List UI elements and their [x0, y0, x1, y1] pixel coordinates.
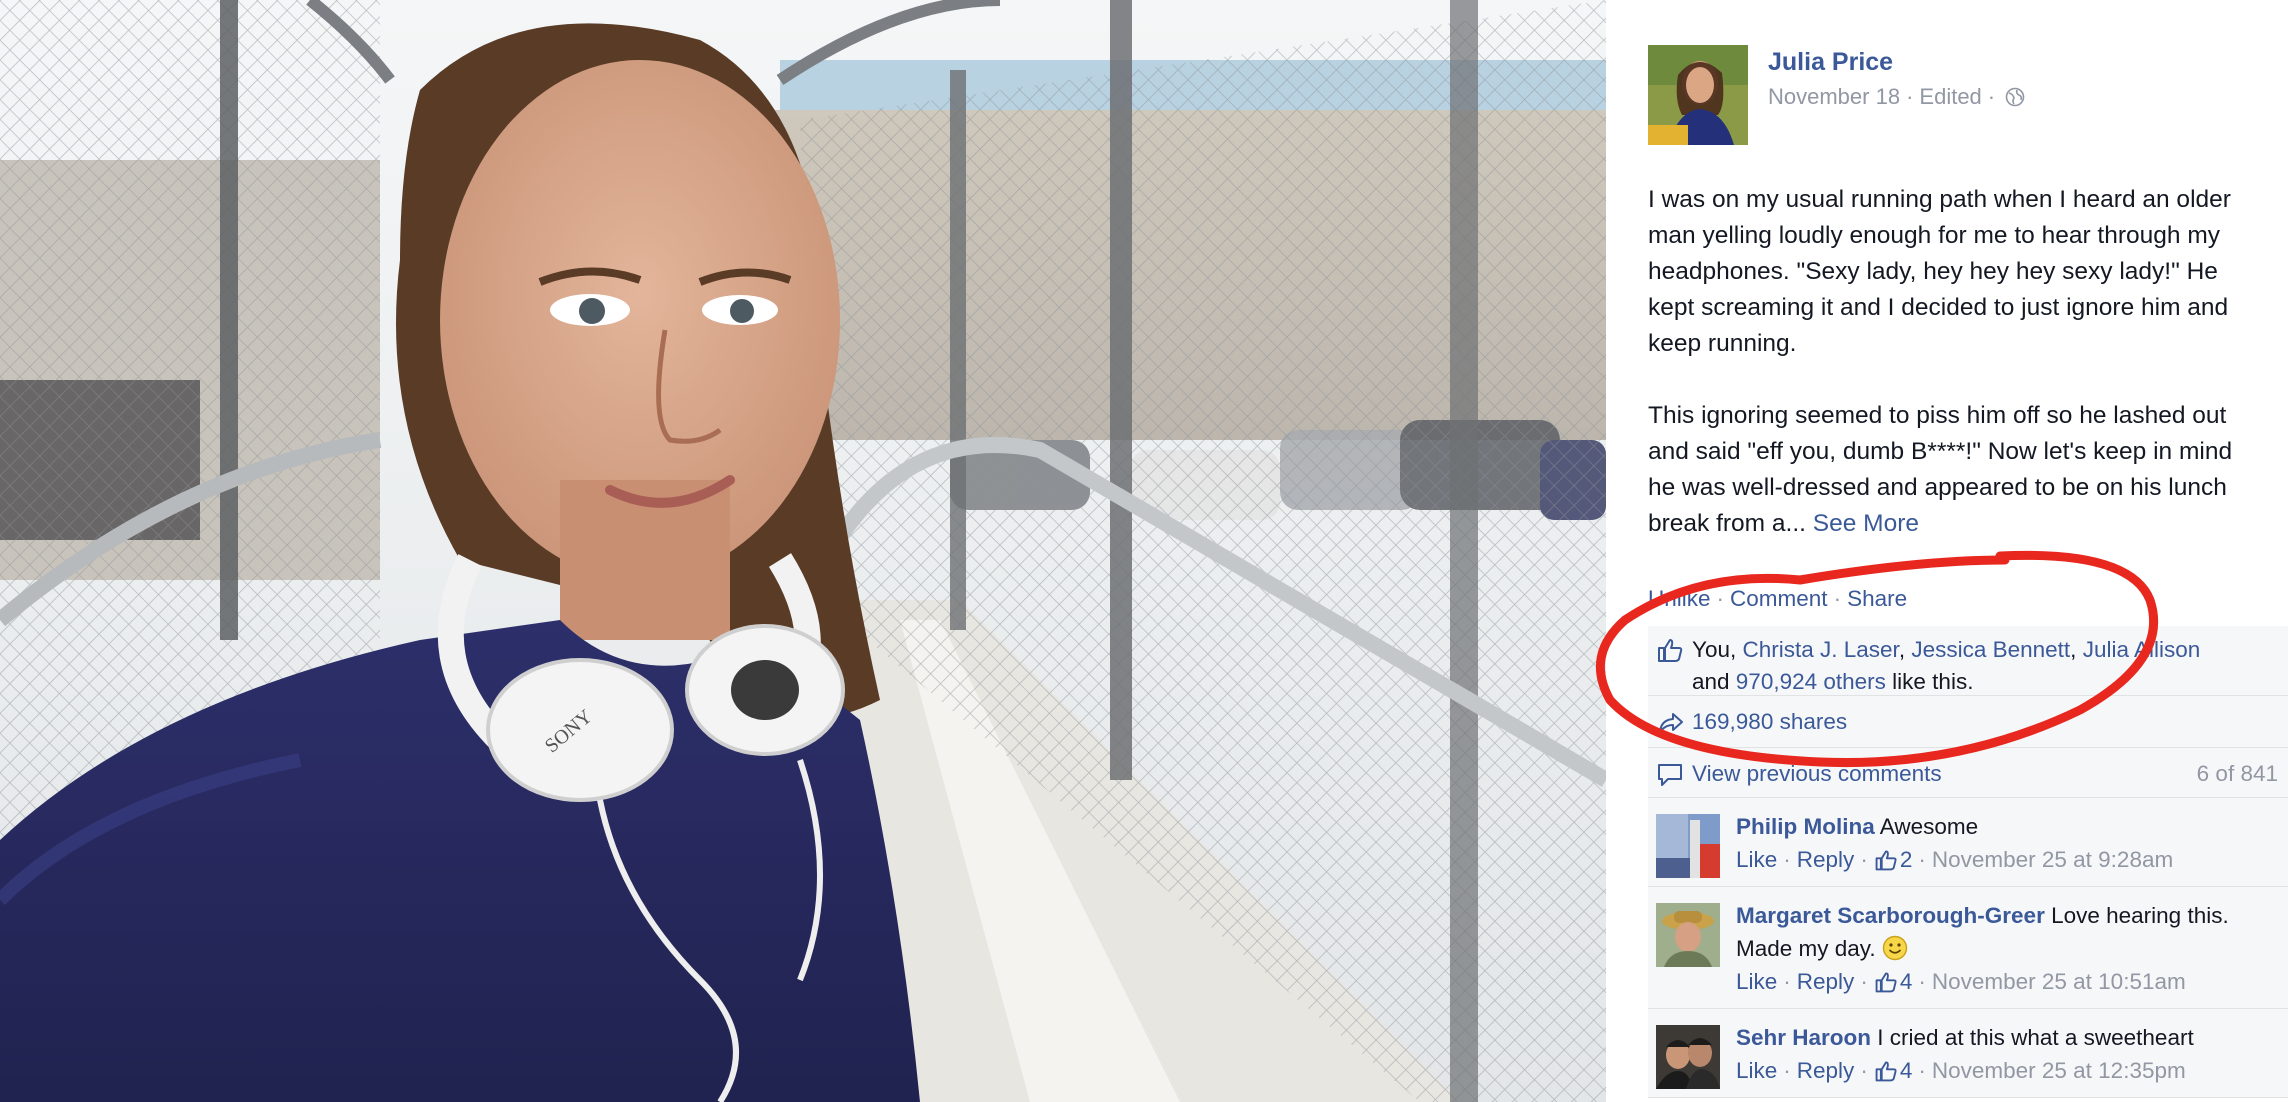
action-separator: ·: [1833, 586, 1842, 611]
shares-row[interactable]: 169,980 shares: [1648, 696, 2288, 748]
comment-count: 6 of 841: [2196, 761, 2278, 786]
comment-like-button[interactable]: Like: [1736, 843, 1777, 876]
commenter-avatar-image: [1656, 903, 1720, 967]
commenter-name[interactable]: Philip Molina: [1736, 814, 1875, 839]
likes-you: You,: [1692, 637, 1743, 662]
comment-like-count[interactable]: 2: [1874, 843, 1913, 876]
smiley-emoticon-icon: [1882, 935, 1908, 961]
comment-reply-button[interactable]: Reply: [1797, 1054, 1855, 1087]
comment-like-button[interactable]: Like: [1736, 965, 1777, 998]
comment-reply-button[interactable]: Reply: [1797, 843, 1855, 876]
thumbs-up-icon: [1875, 971, 1897, 992]
likes-suffix: like this.: [1885, 669, 1974, 694]
comment-item: Sehr Haroon I cried at this what a sweet…: [1648, 1009, 2288, 1098]
view-previous-label[interactable]: View previous comments: [1692, 761, 1942, 786]
comment-reply-button[interactable]: Reply: [1797, 965, 1855, 998]
author-name-link[interactable]: Julia Price: [1768, 48, 1893, 77]
post-paragraph-1: I was on my usual running path when I he…: [1648, 186, 2231, 357]
action-separator: ·: [1783, 1058, 1791, 1083]
action-separator: ·: [1860, 969, 1868, 994]
action-separator: ·: [1860, 1058, 1868, 1083]
others-link[interactable]: 970,924 others: [1736, 669, 1886, 694]
meta-separator: ·: [1906, 84, 1914, 109]
post-text: I was on my usual running path when I he…: [1648, 182, 2258, 542]
feedback-section: You, Christa J. Laser, Jessica Bennett, …: [1648, 626, 2288, 1098]
comment-actions: Like · Reply · 4 · November 25 at 10:51am: [1736, 965, 2278, 998]
post-paragraph-2: This ignoring seemed to piss him off so …: [1648, 398, 2258, 542]
action-separator: ·: [1783, 847, 1791, 872]
meta-separator: ·: [1987, 84, 1996, 109]
comment-actions: Like · Reply · 4 · November 25 at 12:35pm: [1736, 1054, 2278, 1087]
share-arrow-icon: [1659, 713, 1683, 733]
post-date[interactable]: November 18: [1768, 84, 1900, 110]
comment-timestamp[interactable]: November 25 at 9:28am: [1932, 843, 2173, 876]
post-paragraph-2-text: This ignoring seemed to piss him off so …: [1648, 402, 2233, 537]
like-count-value: 4: [1899, 1058, 1913, 1083]
action-separator: ·: [1860, 847, 1868, 872]
shares-count[interactable]: 169,980 shares: [1692, 709, 1847, 734]
comment-item: Margaret Scarborough-Greer Love hearing …: [1648, 887, 2288, 1009]
comment-like-count[interactable]: 4: [1874, 965, 1913, 998]
commenter-avatar[interactable]: [1656, 903, 1720, 967]
unlike-button[interactable]: Unlike: [1648, 586, 1711, 611]
commenter-name[interactable]: Margaret Scarborough-Greer: [1736, 903, 2045, 928]
comment-like-button[interactable]: Like: [1736, 1054, 1777, 1087]
like-count-value: 2: [1899, 847, 1913, 872]
author-avatar-image: [1648, 45, 1748, 145]
commenter-name[interactable]: Sehr Haroon: [1736, 1025, 1871, 1050]
comment-text: Awesome: [1879, 814, 1979, 839]
thumbs-up-icon: [1875, 1060, 1897, 1081]
action-separator: ·: [1918, 847, 1926, 872]
comment-bubble-icon: [1658, 764, 1682, 786]
likes-comma: ,: [1898, 637, 1912, 662]
action-separator: ·: [1716, 586, 1725, 611]
comment-text: I cried at this what a sweetheart: [1877, 1025, 2194, 1050]
post-detail-panel: Julia Price November 18 · Edited · I was…: [1606, 0, 2288, 1102]
likes-comma: ,: [2070, 637, 2083, 662]
view-previous-comments[interactable]: View previous comments 6 of 841: [1648, 748, 2288, 798]
action-separator: ·: [1918, 1058, 1926, 1083]
post-actions: Unlike · Comment · Share: [1648, 586, 1907, 612]
thumbs-up-icon: [1875, 849, 1897, 870]
photo-illustration: SONY: [0, 0, 1606, 1102]
post-photo[interactable]: SONY: [0, 0, 1606, 1102]
action-separator: ·: [1918, 969, 1926, 994]
action-separator: ·: [1783, 969, 1791, 994]
liker-link[interactable]: Jessica Bennett: [1911, 637, 2070, 662]
commenter-avatar[interactable]: [1656, 1025, 1720, 1089]
comment-actions: Like · Reply · 2 · November 25 at 9:28am: [1736, 843, 2278, 876]
liker-link[interactable]: Christa J. Laser: [1742, 637, 1898, 662]
share-button[interactable]: Share: [1847, 586, 1907, 611]
liker-link[interactable]: Julia Allison: [2083, 637, 2201, 662]
comment-button[interactable]: Comment: [1730, 586, 1828, 611]
author-avatar[interactable]: [1648, 45, 1748, 145]
comment-timestamp[interactable]: November 25 at 12:35pm: [1932, 1054, 2186, 1087]
globe-icon[interactable]: [2005, 87, 2025, 107]
thumbs-up-icon: [1658, 639, 1683, 662]
edited-label[interactable]: Edited: [1919, 84, 1981, 110]
commenter-avatar[interactable]: [1656, 814, 1720, 878]
likes-and: and: [1692, 669, 1736, 694]
commenter-avatar-image: [1656, 814, 1720, 878]
comment-like-count[interactable]: 4: [1874, 1054, 1913, 1087]
like-count-value: 4: [1899, 969, 1913, 994]
comment-timestamp[interactable]: November 25 at 10:51am: [1932, 965, 2186, 998]
post-meta: November 18 · Edited ·: [1768, 84, 2025, 110]
commenter-avatar-image: [1656, 1025, 1720, 1089]
comment-item: Philip Molina Awesome Like · Reply · 2 · N…: [1648, 798, 2288, 887]
see-more-link[interactable]: See More: [1813, 510, 1919, 537]
likes-summary: You, Christa J. Laser, Jessica Bennett, …: [1648, 626, 2288, 696]
